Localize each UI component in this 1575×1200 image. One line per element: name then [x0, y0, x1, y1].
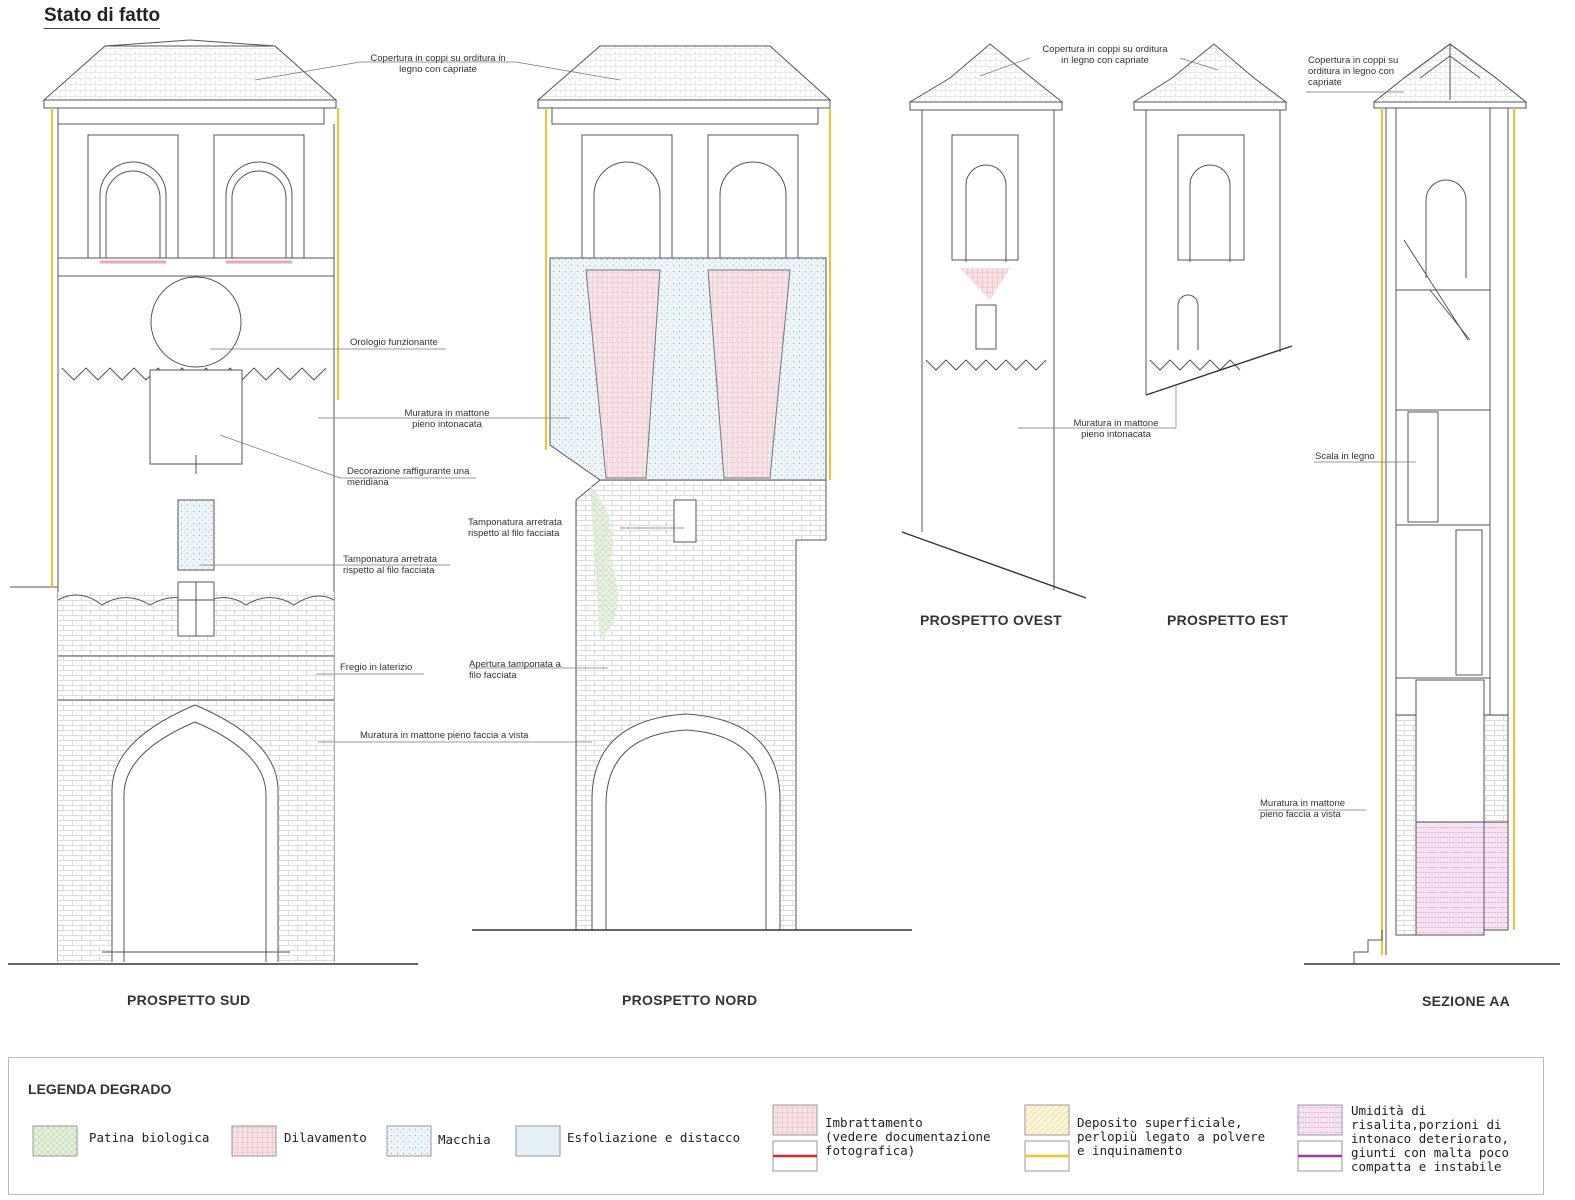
legend-item-macchia: Macchia [438, 1132, 491, 1147]
swatch-dilavamento [231, 1125, 277, 1157]
swatch-patina [32, 1125, 78, 1157]
legend-item-imbrattamento: Imbrattamento (vedere documentazione fot… [825, 1115, 991, 1158]
legend-swatches [32, 1104, 1343, 1172]
swatch-deposito [1024, 1104, 1070, 1136]
legend-item-dilavamento: Dilavamento [284, 1130, 367, 1145]
swatch-imbrattamento [772, 1104, 818, 1136]
legend-item-umidita: Umidità di risalita,porzioni di intonaco… [1351, 1103, 1510, 1174]
swatch-esfoliazione [515, 1125, 561, 1157]
legend-item-deposito: Deposito superficiale, perlopiù legato a… [1077, 1115, 1266, 1158]
legend-item-patina: Patina biologica [89, 1130, 210, 1145]
swatch-macchia [386, 1125, 432, 1157]
legend-item-esfoliazione: Esfoliazione e distacco [567, 1130, 741, 1145]
swatch-umidita [1297, 1104, 1343, 1136]
